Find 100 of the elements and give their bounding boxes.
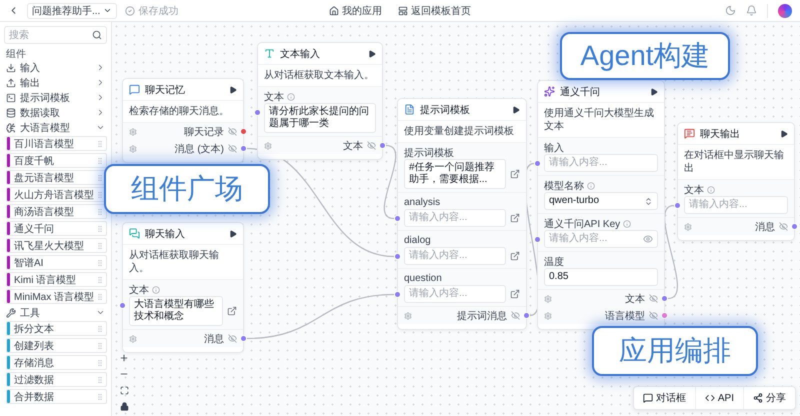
component-item[interactable]: 过滤数据: [6, 372, 107, 387]
output-port[interactable]: [379, 142, 386, 149]
eye-off-icon[interactable]: [228, 334, 237, 343]
component-item[interactable]: 盘元语言模型: [6, 170, 107, 185]
settings-icon[interactable]: [684, 222, 692, 230]
output-port[interactable]: [791, 223, 798, 230]
nav-link[interactable]: 返回模板首页: [398, 4, 471, 18]
input-field[interactable]: 大语言模型有哪些技术和概念: [129, 296, 223, 326]
user-avatar[interactable]: [778, 4, 792, 18]
fit-view-button[interactable]: [118, 384, 130, 396]
flow-node[interactable]: 聊天输入 从对话框获取聊天输入。 文本 大语言模型有哪些技术和概念 消息: [122, 222, 244, 353]
play-icon[interactable]: [229, 86, 237, 94]
toolbar-button[interactable]: 分享: [744, 387, 795, 409]
input-port[interactable]: [534, 236, 541, 243]
flow-node[interactable]: 通义千问 使用通义千问大模型生成文本 输入 请输入内容... 模型名称 qwen-turbo 通义千问API Key 请输入内容... 温度 0.85 文本 语言模型: [537, 80, 665, 330]
app-selector[interactable]: 问题推荐助手...: [27, 2, 118, 18]
drag-handle-icon[interactable]: [96, 324, 104, 332]
drag-handle-icon[interactable]: [96, 358, 104, 366]
play-icon[interactable]: [650, 88, 658, 96]
drag-handle-icon[interactable]: [96, 292, 104, 300]
zoom-in-button[interactable]: [118, 352, 130, 364]
external-link-icon[interactable]: [510, 213, 520, 223]
eye-off-icon[interactable]: [649, 311, 658, 320]
output-port[interactable]: [523, 312, 530, 319]
component-item[interactable]: 存储消息: [6, 355, 107, 370]
category-item[interactable]: 大语言模型: [4, 120, 107, 135]
eye-icon[interactable]: [643, 234, 653, 244]
external-link-icon[interactable]: [510, 251, 520, 261]
play-icon[interactable]: [368, 50, 376, 58]
drag-handle-icon[interactable]: [96, 156, 104, 164]
component-item[interactable]: 商汤语言模型: [6, 204, 107, 219]
settings-icon[interactable]: [544, 294, 552, 302]
eye-off-icon[interactable]: [228, 144, 237, 153]
input-port[interactable]: [674, 202, 681, 209]
input-port[interactable]: [254, 109, 261, 116]
component-item[interactable]: 拆分文本: [6, 321, 107, 336]
output-port[interactable]: [661, 312, 668, 319]
drag-handle-icon[interactable]: [96, 258, 104, 266]
component-item[interactable]: 百川语言模型: [6, 136, 107, 151]
input-port[interactable]: [534, 160, 541, 167]
drag-handle-icon[interactable]: [96, 224, 104, 232]
settings-icon[interactable]: [404, 312, 412, 320]
flow-node[interactable]: 提示词模板 使用变量创建提示词模板 提示词模板 #任务一个问题推荐助手，需要根据... analysis 请输入内容... dialog 请输入内容... question 请输入内容... 提示词消息: [397, 98, 527, 330]
category-item[interactable]: 数据读取: [4, 105, 107, 120]
play-icon[interactable]: [229, 230, 237, 238]
input-port[interactable]: [119, 302, 126, 309]
component-item[interactable]: 合并数据: [6, 389, 107, 404]
eye-off-icon[interactable]: [511, 311, 520, 320]
component-item[interactable]: 讯飞星火大模型: [6, 238, 107, 253]
flow-node[interactable]: 文本输入 从对话框获取文本输入。 文本 请分析此家长提问的问题属于哪一类 文本: [257, 42, 383, 160]
drag-handle-icon[interactable]: [96, 376, 104, 384]
input-port[interactable]: [394, 215, 401, 222]
component-item[interactable]: 百度千帆: [6, 153, 107, 168]
component-item[interactable]: 通义千问: [6, 221, 107, 236]
input-field[interactable]: qwen-turbo: [544, 192, 658, 210]
eye-off-icon[interactable]: [367, 141, 376, 150]
play-icon[interactable]: [780, 130, 788, 138]
output-port[interactable]: [240, 145, 247, 152]
drag-handle-icon[interactable]: [96, 276, 104, 284]
eye-off-icon[interactable]: [228, 127, 237, 136]
drag-handle-icon[interactable]: [96, 242, 104, 250]
component-item[interactable]: MiniMax 语言模型: [6, 289, 107, 304]
settings-icon[interactable]: [264, 142, 272, 150]
component-item[interactable]: 火山方舟语言模型: [6, 187, 107, 202]
component-item[interactable]: 智谱AI: [6, 255, 107, 270]
toolbar-button[interactable]: 对话框: [634, 387, 696, 409]
category-item[interactable]: 提示词模板: [4, 90, 107, 105]
input-port[interactable]: [394, 291, 401, 298]
drag-handle-icon[interactable]: [96, 208, 104, 216]
output-port[interactable]: [240, 128, 247, 135]
settings-icon[interactable]: [129, 334, 137, 342]
output-port[interactable]: [240, 335, 247, 342]
flow-node[interactable]: 聊天记忆 检索存储的聊天消息。 聊天记录 消息 (文本): [122, 78, 244, 163]
nav-link[interactable]: 我的应用: [329, 4, 382, 18]
settings-icon[interactable]: [129, 144, 137, 152]
input-port[interactable]: [394, 253, 401, 260]
drag-handle-icon[interactable]: [96, 174, 104, 182]
output-port[interactable]: [661, 295, 668, 302]
category-item[interactable]: 输入: [4, 60, 107, 75]
settings-icon[interactable]: [544, 312, 552, 320]
external-link-icon[interactable]: [510, 169, 520, 179]
play-icon[interactable]: [512, 106, 520, 114]
eye-off-icon[interactable]: [649, 294, 658, 303]
moon-icon[interactable]: [725, 5, 736, 16]
input-field[interactable]: #任务一个问题推荐助手，需要根据...: [404, 159, 506, 189]
drag-handle-icon[interactable]: [96, 190, 104, 198]
category-item[interactable]: 工具: [4, 305, 107, 320]
component-item[interactable]: 创建列表: [6, 338, 107, 353]
drag-handle-icon[interactable]: [96, 140, 104, 148]
external-link-icon[interactable]: [227, 306, 237, 316]
drag-handle-icon[interactable]: [96, 342, 104, 350]
flow-node[interactable]: 聊天输出 在对话框中显示聊天输出 文本 请输入内容... 消息: [677, 122, 795, 241]
input-field[interactable]: 0.85: [544, 268, 658, 286]
eye-off-icon[interactable]: [779, 222, 788, 231]
settings-icon[interactable]: [129, 128, 137, 136]
category-item[interactable]: 输出: [4, 75, 107, 90]
component-item[interactable]: Kimi 语言模型: [6, 272, 107, 287]
drag-handle-icon[interactable]: [96, 392, 104, 400]
lock-button[interactable]: [118, 400, 130, 412]
external-link-icon[interactable]: [510, 289, 520, 299]
